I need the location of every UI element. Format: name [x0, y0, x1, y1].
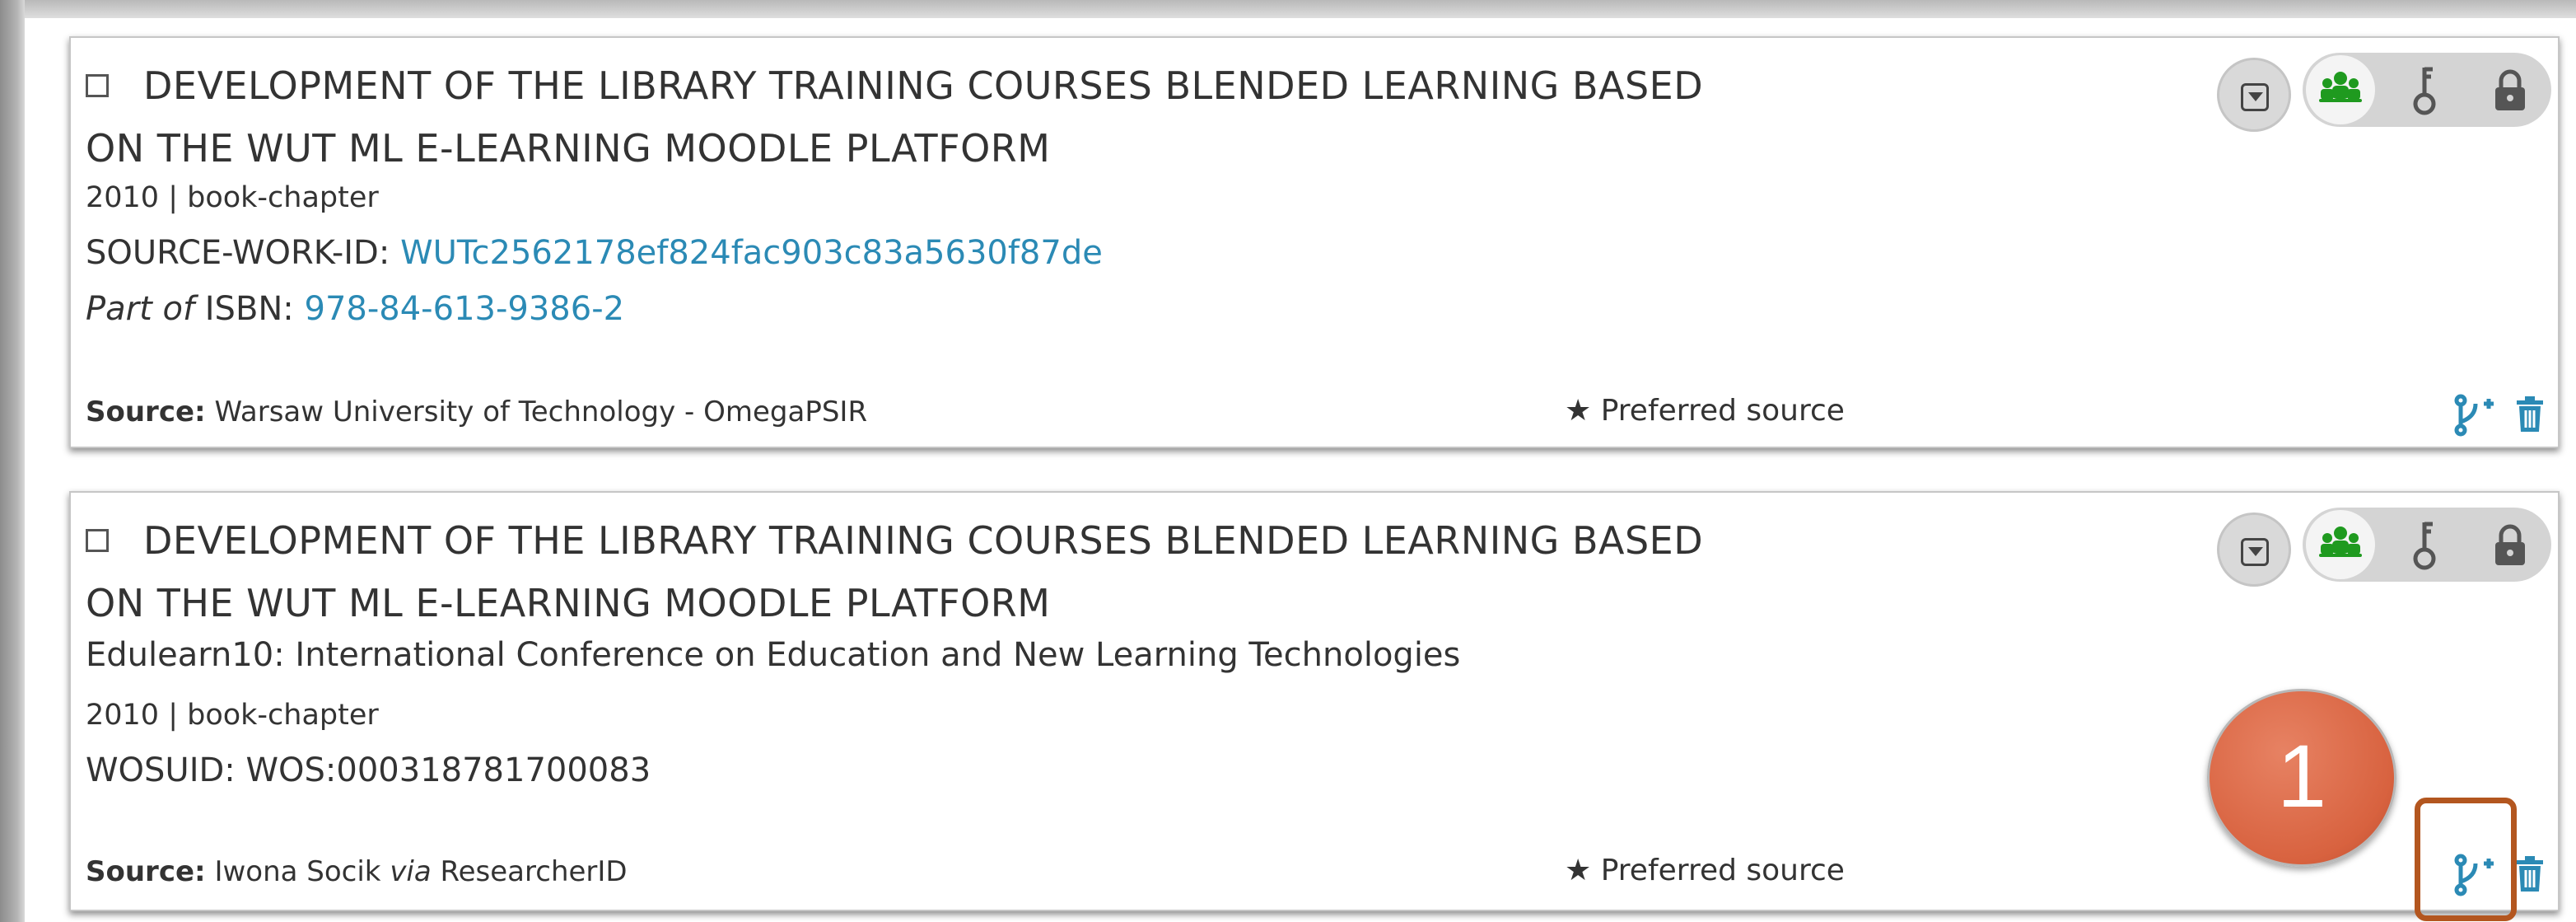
window-top-edge — [25, 0, 2576, 18]
id-value: WOS:000318781700083 — [245, 751, 651, 789]
delete-button[interactable] — [2513, 394, 2546, 438]
work-title-line1: DEVELOPMENT OF THE LIBRARY TRAINING COUR… — [143, 63, 1704, 108]
group-icon — [2319, 527, 2362, 557]
privacy-selector — [2303, 508, 2551, 582]
preferred-source-badge: ★ Preferred source — [1565, 854, 1845, 887]
select-checkbox[interactable] — [86, 528, 109, 552]
journal-title: Edulearn10: International Conference on … — [86, 636, 1461, 674]
window-left-edge — [0, 0, 25, 922]
isbn-row: Part of ISBN: 978-84-613-9386-2 — [86, 290, 624, 328]
id-label: WOSUID: — [86, 751, 236, 789]
wosuid-row: WOSUID: WOS:000318781700083 — [86, 751, 651, 789]
privacy-everyone-button[interactable] — [2306, 55, 2375, 124]
lock-icon — [2495, 524, 2525, 565]
work-record-card: DEVELOPMENT OF THE LIBRARY TRAINING COUR… — [69, 36, 2560, 448]
isbn-label: ISBN: — [204, 290, 294, 328]
source-value: ResearcherID — [440, 855, 628, 888]
work-title-line2: ON THE WUT ML E-LEARNING MOODLE PLATFORM — [86, 126, 1051, 171]
work-record-card: DEVELOPMENT OF THE LIBRARY TRAINING COUR… — [69, 491, 2560, 911]
step-callout-badge: 1 — [2207, 689, 2396, 867]
work-meta: 2010 | book-chapter — [86, 181, 379, 214]
privacy-everyone-button[interactable] — [2306, 510, 2375, 579]
preferred-source-badge: ★ Preferred source — [1565, 394, 1845, 428]
work-title: DEVELOPMENT OF THE LIBRARY TRAINING COUR… — [86, 54, 1897, 180]
source-value: Warsaw University of Technology - OmegaP… — [214, 395, 868, 428]
work-meta: 2010 | book-chapter — [86, 699, 379, 732]
trash-icon — [2517, 856, 2543, 892]
privacy-private-button[interactable] — [2485, 517, 2535, 575]
group-icon — [2319, 72, 2362, 102]
isbn-value-link[interactable]: 978-84-613-9386-2 — [305, 290, 625, 328]
work-title: DEVELOPMENT OF THE LIBRARY TRAINING COUR… — [86, 509, 1897, 634]
select-checkbox[interactable] — [86, 73, 109, 97]
source-row: Source: Warsaw University of Technology … — [86, 395, 867, 428]
id-value-link[interactable]: WUTc2562178ef824fac903c83a5630f87de — [400, 234, 1103, 272]
combine-icon — [2454, 394, 2494, 437]
expand-button[interactable] — [2217, 512, 2291, 587]
key-icon — [2413, 67, 2436, 115]
id-label: SOURCE-WORK-ID: — [86, 234, 390, 272]
privacy-selector — [2303, 53, 2551, 127]
work-title-line1: DEVELOPMENT OF THE LIBRARY TRAINING COUR… — [143, 518, 1704, 563]
source-work-id-row: SOURCE-WORK-ID: WUTc2562178ef824fac903c8… — [86, 234, 1103, 272]
trash-icon — [2517, 396, 2543, 432]
source-label: Source: — [86, 855, 206, 888]
part-of-label: Part of — [86, 290, 195, 328]
privacy-limited-button[interactable] — [2400, 516, 2449, 577]
dropdown-caret-icon — [2241, 83, 2269, 111]
privacy-private-button[interactable] — [2485, 63, 2535, 120]
source-label: Source: — [86, 395, 206, 428]
work-title-line2: ON THE WUT ML E-LEARNING MOODLE PLATFORM — [86, 581, 1051, 625]
combine-highlight-box — [2415, 798, 2517, 921]
combine-button[interactable] — [2451, 392, 2497, 442]
expand-button[interactable] — [2217, 58, 2291, 132]
source-row: Source: Iwona Socik via ResearcherID — [86, 855, 628, 888]
privacy-limited-button[interactable] — [2400, 61, 2449, 122]
delete-button[interactable] — [2513, 854, 2546, 898]
source-name: Iwona Socik — [214, 855, 381, 888]
dropdown-caret-icon — [2241, 538, 2269, 566]
key-icon — [2413, 522, 2436, 570]
source-via: via — [390, 855, 432, 888]
lock-icon — [2495, 69, 2525, 110]
